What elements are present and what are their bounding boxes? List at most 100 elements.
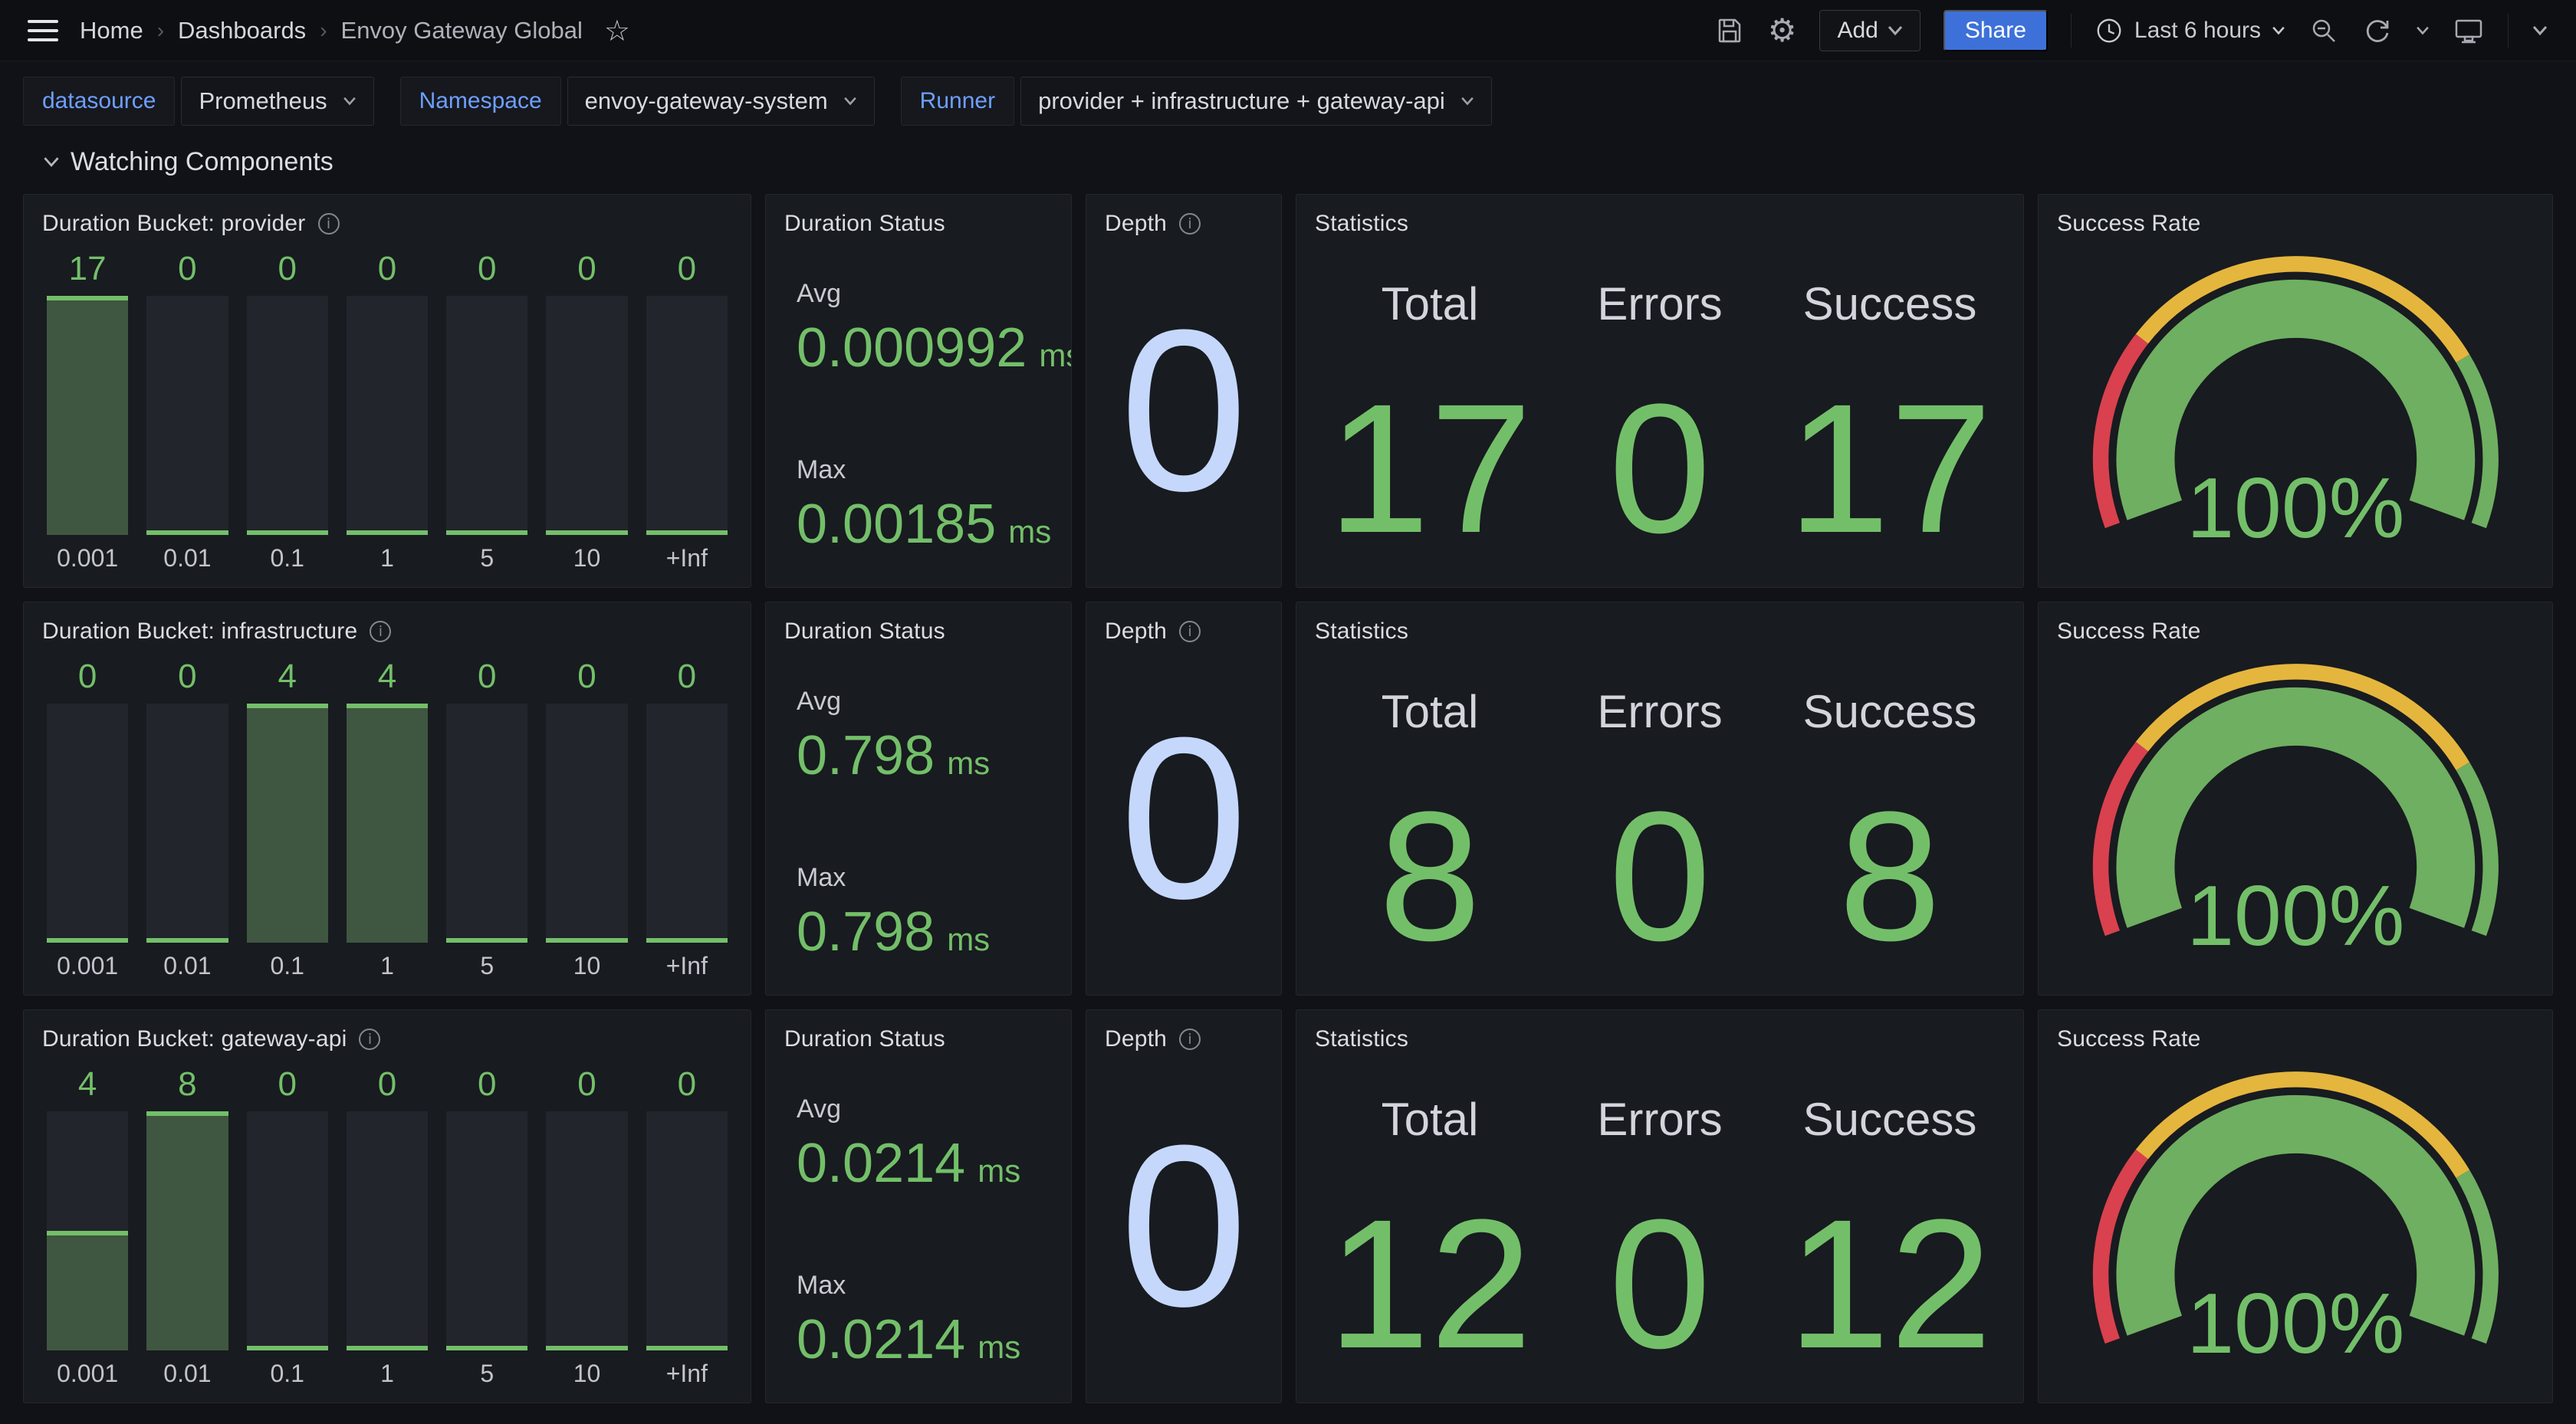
bar-fill (247, 530, 328, 535)
statistic-label: Success (1803, 277, 1977, 330)
panel-title[interactable]: Depth (1105, 1026, 1167, 1052)
statistic-value: 0 (1608, 789, 1710, 963)
panel-title[interactable]: Statistics (1315, 1026, 1408, 1052)
share-button-label: Share (1965, 18, 2026, 44)
info-icon[interactable]: i (318, 213, 340, 235)
section-title: Watching Components (71, 147, 334, 177)
filter-value-dropdown[interactable]: provider + infrastructure + gateway-api (1020, 77, 1492, 126)
panel-title[interactable]: Duration Status (784, 211, 945, 237)
bar-track (347, 296, 428, 535)
menu-icon[interactable] (28, 20, 58, 41)
panel-title[interactable]: Success Rate (2057, 211, 2200, 237)
panel-header: Success Rate (2057, 1024, 2534, 1055)
depth-value: 0 (1120, 1111, 1248, 1340)
share-button[interactable]: Share (1944, 10, 2048, 51)
time-range-picker[interactable]: Last 6 hours (2095, 16, 2285, 45)
refresh-interval-chevron-icon[interactable] (2416, 26, 2430, 35)
depth-panel: Depthi 0 (1086, 1009, 1282, 1403)
bar-x-axis-label: 0.01 (146, 952, 228, 981)
info-icon[interactable]: i (1179, 213, 1201, 235)
duration-value-row: 0.00185ms (797, 494, 1053, 555)
duration-stat-group: Max0.00185ms (797, 455, 1053, 555)
bar-x-axis-label: +Inf (646, 544, 728, 573)
refresh-dashboard-icon[interactable] (2362, 15, 2393, 46)
histogram-column: 05 (446, 250, 527, 573)
panel-title[interactable]: Duration Bucket: gateway-api (42, 1026, 347, 1052)
duration-value-row: 0.0214ms (797, 1134, 1053, 1194)
panel-title[interactable]: Duration Bucket: provider (42, 211, 306, 237)
panel-title[interactable]: Duration Bucket: infrastructure (42, 618, 357, 645)
bar-fill (347, 1346, 428, 1350)
depth-panel: Depthi0 (1086, 194, 1282, 588)
bar-fill (646, 938, 728, 943)
bar-x-axis-label: 0.01 (146, 544, 228, 573)
panel-header: Duration Bucket: infrastructure i (42, 616, 732, 647)
duration-value-row: 0.0214ms (797, 1310, 1053, 1370)
duration-stat-label: Max (797, 863, 1053, 893)
collapse-topbar-chevron-icon[interactable] (2532, 25, 2548, 36)
histogram-column: 0+Inf (646, 658, 728, 981)
zoom-out-time-icon[interactable] (2308, 15, 2339, 46)
statistic-column: Total8 (1315, 685, 1545, 981)
panel-header: Duration Bucket: gateway-api i (42, 1024, 732, 1055)
add-button[interactable]: Add (1819, 10, 1920, 51)
breadcrumb-item[interactable]: Dashboards (178, 17, 306, 44)
clock-icon (2095, 16, 2124, 45)
filter-value-dropdown[interactable]: envoy-gateway-system (567, 77, 875, 126)
breadcrumb-item[interactable]: Envoy Gateway Global (341, 17, 583, 44)
statistic-column: Success8 (1775, 685, 2005, 981)
refresh-icon (2362, 15, 2393, 46)
statistic-column: Errors0 (1545, 1093, 1775, 1389)
panel-title[interactable]: Success Rate (2057, 618, 2200, 645)
info-icon[interactable]: i (1179, 621, 1201, 642)
statistic-label: Errors (1597, 685, 1722, 738)
save-dashboard-icon[interactable] (1714, 15, 1745, 46)
success-rate-gauge: 100% (2072, 239, 2520, 573)
bar-x-axis-label: 10 (546, 952, 627, 981)
chevron-down-icon (343, 97, 356, 106)
breadcrumb-item[interactable]: Home (80, 17, 143, 44)
bar-value-label: 0 (347, 1065, 428, 1104)
bar-track (47, 1111, 128, 1350)
breadcrumb-separator: › (320, 18, 327, 43)
info-icon[interactable]: i (359, 1029, 380, 1050)
bar-fill (546, 938, 627, 943)
panel-title[interactable]: Depth (1105, 211, 1167, 237)
star-favorite-icon[interactable]: ☆ (604, 16, 630, 45)
bar-fill (446, 938, 527, 943)
bar-track (146, 704, 228, 943)
bar-x-axis-label: 0.001 (47, 544, 128, 573)
histogram-column: 80.01 (146, 1065, 228, 1389)
duration-unit: ms (1008, 513, 1051, 550)
dashboard-settings-icon[interactable]: ⚙ (1768, 15, 1797, 47)
panel-title[interactable]: Depth (1105, 618, 1167, 645)
filter-value-dropdown[interactable]: Prometheus (181, 77, 373, 126)
info-icon[interactable]: i (1179, 1029, 1201, 1050)
duration-status-body: Avg0.798msMax0.798ms (784, 687, 1053, 981)
panel-title[interactable]: Duration Status (784, 1026, 945, 1052)
depth-body: 0 (1105, 1055, 1263, 1389)
bar-fill (146, 938, 228, 943)
row-section-header[interactable]: Watching Components (43, 147, 2576, 177)
bar-value-label: 0 (247, 1065, 328, 1104)
success-rate-gauge: 100% (2072, 1055, 2520, 1389)
panel-title[interactable]: Duration Status (784, 618, 945, 645)
info-icon[interactable]: i (370, 621, 391, 642)
tv-kiosk-mode-icon[interactable] (2453, 15, 2485, 46)
statistic-label: Total (1382, 685, 1479, 738)
add-button-label: Add (1837, 18, 1878, 44)
panel-title[interactable]: Success Rate (2057, 1026, 2200, 1052)
bar-track (47, 704, 128, 943)
bar-value-label: 4 (347, 658, 428, 696)
panel-title[interactable]: Statistics (1315, 618, 1408, 645)
duration-value: 0.0214 (797, 1134, 965, 1194)
histogram-column: 00.01 (146, 658, 228, 981)
bar-value-label: 17 (47, 250, 128, 288)
bar-x-axis-label: 1 (347, 544, 428, 573)
panel-title[interactable]: Statistics (1315, 211, 1408, 237)
duration-unit: ms (947, 745, 990, 782)
statistic-label: Success (1803, 685, 1977, 738)
statistics-body: Total12Errors0Success12 (1315, 1093, 2005, 1389)
bar-fill (646, 1346, 728, 1350)
bar-track (47, 296, 128, 535)
